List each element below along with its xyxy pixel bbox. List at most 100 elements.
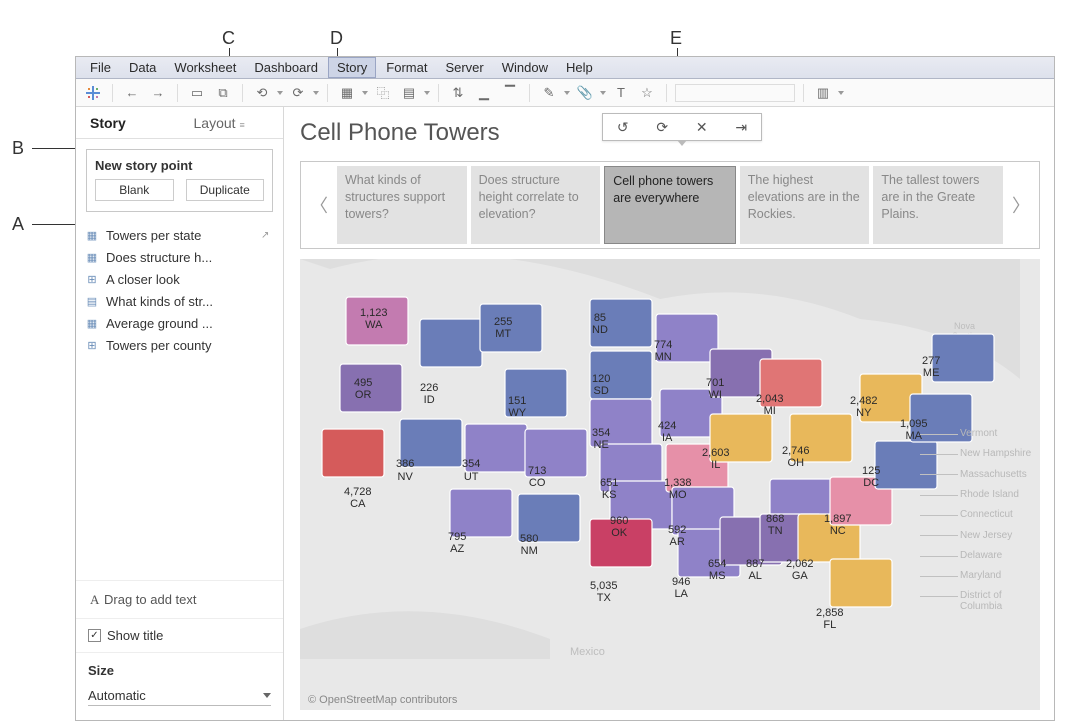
size-dropdown[interactable]: Automatic (88, 686, 271, 706)
sheet-item[interactable]: ▤ What kinds of str... (84, 290, 275, 312)
pin-icon[interactable]: ☆ (636, 83, 658, 103)
east-state-label: Connecticut (960, 509, 1013, 520)
callout-D: D (330, 28, 343, 49)
group-icon[interactable]: 📎 (574, 83, 596, 103)
story-point-toolbar: ↺ ⟳ ✕ ⇥ (602, 113, 762, 141)
label-icon[interactable]: T (610, 83, 632, 103)
external-icon: ↗ (261, 230, 275, 241)
east-state-label: New Jersey (960, 530, 1012, 541)
fit-selector[interactable] (675, 84, 795, 102)
text-icon: A (90, 592, 104, 608)
sheet-label: What kinds of str... (106, 294, 261, 309)
delete-icon[interactable]: ✕ (691, 117, 713, 137)
callout-B: B (12, 138, 24, 159)
sheet-label: Towers per state (106, 228, 261, 243)
refresh-icon[interactable]: ⟳ (287, 83, 309, 103)
callout-A: A (12, 214, 24, 235)
menu-format[interactable]: Format (378, 58, 435, 77)
story-title[interactable]: Cell Phone Towers (300, 119, 500, 147)
side-panel: Story Layout≡ New story point Blank Dupl… (76, 107, 284, 720)
new-worksheet-icon[interactable]: ▦ (336, 83, 358, 103)
sort-asc-icon[interactable]: ▁ (473, 83, 495, 103)
new-story-point-box: New story point Blank Duplicate (86, 149, 273, 212)
drag-text-label: Drag to add text (104, 592, 197, 607)
highlight-icon[interactable]: ✎ (538, 83, 560, 103)
side-tab-story[interactable]: Story (76, 115, 180, 131)
sheet-icon: ▤ (84, 294, 100, 308)
nav-next-button[interactable]: 〉 (1007, 166, 1035, 244)
side-tab-layout[interactable]: Layout≡ (180, 115, 284, 131)
menu-data[interactable]: Data (121, 58, 164, 77)
menu-dashboard[interactable]: Dashboard (246, 58, 326, 77)
nw-dropdown-icon[interactable] (362, 90, 368, 96)
app-window: File Data Worksheet Dashboard Story Form… (75, 56, 1055, 721)
chevron-down-icon (263, 693, 271, 698)
east-state-label: District of Columbia (960, 590, 1040, 612)
sheet-item[interactable]: ▦Towers per state↗ (84, 224, 275, 246)
nav-prev-button[interactable]: 〈 (305, 166, 333, 244)
duplicate-button[interactable]: Duplicate (186, 179, 265, 201)
pause-icon[interactable]: ⟲ (251, 83, 273, 103)
sheet-item[interactable]: ⊞ A closer look (84, 268, 275, 290)
new-data-icon[interactable]: ⧉ (212, 83, 234, 103)
story-point-card[interactable]: Does structure height correlate to eleva… (471, 166, 601, 244)
sheet-icon: ⊞ (84, 272, 100, 286)
save-icon[interactable]: ▭ (186, 83, 208, 103)
revert-icon[interactable]: ↺ (612, 117, 634, 137)
new-story-point-title: New story point (95, 158, 264, 173)
tableau-logo-icon[interactable] (82, 83, 104, 103)
sheet-label: Does structure h... (106, 250, 261, 265)
size-header: Size (88, 663, 271, 678)
grp-dropdown-icon[interactable] (600, 90, 606, 96)
east-state-label: New Hampshire (960, 448, 1031, 459)
menu-file[interactable]: File (82, 58, 119, 77)
sheet-icon: ⊞ (84, 338, 100, 352)
sheet-label: Towers per county (106, 338, 261, 353)
menu-story[interactable]: Story (328, 57, 376, 78)
story-point-card[interactable]: The highest elevations are in the Rockie… (740, 166, 870, 244)
sheet-label: Average ground ... (106, 316, 261, 331)
swap-icon[interactable]: ⇅ (447, 83, 469, 103)
sort-desc-icon[interactable]: ▔ (499, 83, 521, 103)
map-view[interactable]: MexicoNovaScotia 1,123WA495OR4,728CA226I… (300, 259, 1040, 710)
clear-sheet-icon[interactable]: ▤ (398, 83, 420, 103)
sheet-item[interactable]: ⊞ Towers per county (84, 334, 275, 356)
duplicate-sheet-icon[interactable]: ⿻ (372, 83, 394, 103)
menu-worksheet[interactable]: Worksheet (166, 58, 244, 77)
story-point-card[interactable]: Cell phone towers are everywhere (604, 166, 736, 244)
show-title-row[interactable]: ✓ Show title (76, 618, 283, 652)
callout-C: C (222, 28, 235, 49)
showme-icon[interactable]: ▥ (812, 83, 834, 103)
story-canvas: Cell Phone Towers ↺ ⟳ ✕ ⇥ 〈 What kinds o… (284, 107, 1054, 720)
save-new-icon[interactable]: ⇥ (730, 117, 752, 137)
map-attribution: © OpenStreetMap contributors (308, 694, 457, 706)
story-point-card[interactable]: What kinds of structures support towers? (337, 166, 467, 244)
undo-icon[interactable]: ← (121, 83, 143, 103)
menubar: File Data Worksheet Dashboard Story Form… (76, 57, 1054, 79)
drag-to-add-text[interactable]: A Drag to add text (76, 580, 283, 618)
blank-button[interactable]: Blank (95, 179, 174, 201)
update-icon[interactable]: ⟳ (651, 117, 673, 137)
side-tab-layout-label: Layout (194, 115, 236, 131)
east-state-label: Massachusetts (960, 469, 1027, 480)
show-title-label: Show title (107, 628, 163, 643)
sheet-item[interactable]: ▦Average ground ... (84, 312, 275, 334)
sheet-label: A closer look (106, 272, 261, 287)
sheet-list: ▦Towers per state↗▦Does structure h... ⊞ A… (76, 220, 283, 356)
story-point-card[interactable]: The tallest towers are in the Greate Pla… (873, 166, 1003, 244)
redo-icon[interactable]: → (147, 83, 169, 103)
sheet-item[interactable]: ▦Does structure h... (84, 246, 275, 268)
toolbar: ← → ▭ ⧉ ⟲ ⟳ ▦ ⿻ ▤ ⇅ ▁ ▔ ✎ 📎 T ☆ ▥ (76, 79, 1054, 107)
menu-server[interactable]: Server (437, 58, 491, 77)
cs-dropdown-icon[interactable] (424, 90, 430, 96)
show-title-checkbox[interactable]: ✓ (88, 629, 101, 642)
story-navigator: 〈 What kinds of structures support tower… (300, 161, 1040, 249)
hl-dropdown-icon[interactable] (564, 90, 570, 96)
refresh-dropdown-icon[interactable] (313, 90, 319, 96)
menu-help[interactable]: Help (558, 58, 601, 77)
showme-dropdown-icon[interactable] (838, 90, 844, 96)
menu-window[interactable]: Window (494, 58, 556, 77)
size-value: Automatic (88, 688, 146, 703)
pause-dropdown-icon[interactable] (277, 90, 283, 96)
svg-text:Mexico: Mexico (570, 646, 605, 658)
